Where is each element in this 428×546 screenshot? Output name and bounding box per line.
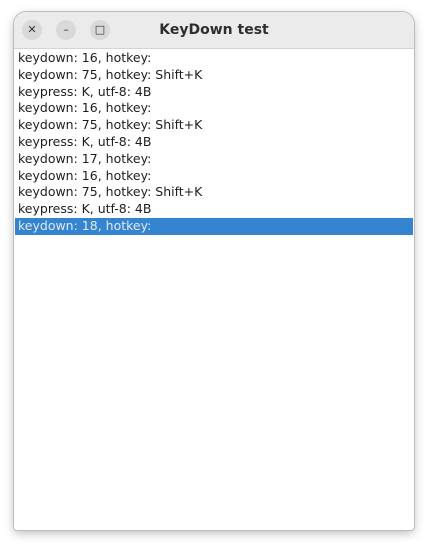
list-item[interactable]: keydown: 75, hotkey: Shift+K [15, 184, 413, 201]
event-log-list[interactable]: keydown: 16, hotkey: keydown: 75, hotkey… [15, 50, 413, 529]
minimize-icon: – [63, 23, 69, 36]
list-item[interactable]: keypress: K, utf-8: 4B [15, 201, 413, 218]
app-window: ✕ – □ KeyDown test keydown: 16, hotkey: … [14, 12, 414, 530]
minimize-button[interactable]: – [56, 20, 76, 40]
list-item[interactable]: keydown: 75, hotkey: Shift+K [15, 67, 413, 84]
close-icon: ✕ [27, 23, 37, 36]
list-item[interactable]: keydown: 16, hotkey: [15, 100, 413, 117]
list-item[interactable]: keydown: 16, hotkey: [15, 168, 413, 185]
title-bar[interactable]: ✕ – □ KeyDown test [14, 12, 414, 49]
list-item[interactable]: keypress: K, utf-8: 4B [15, 134, 413, 151]
list-item-selected[interactable]: keydown: 18, hotkey: [15, 217, 413, 235]
maximize-icon: □ [94, 23, 106, 36]
list-item[interactable]: keydown: 17, hotkey: [15, 151, 413, 168]
list-item[interactable]: keypress: K, utf-8: 4B [15, 84, 413, 101]
list-item[interactable]: keydown: 75, hotkey: Shift+K [15, 117, 413, 134]
close-button[interactable]: ✕ [22, 20, 42, 40]
list-item[interactable]: keydown: 16, hotkey: [15, 50, 413, 67]
maximize-button[interactable]: □ [90, 20, 110, 40]
